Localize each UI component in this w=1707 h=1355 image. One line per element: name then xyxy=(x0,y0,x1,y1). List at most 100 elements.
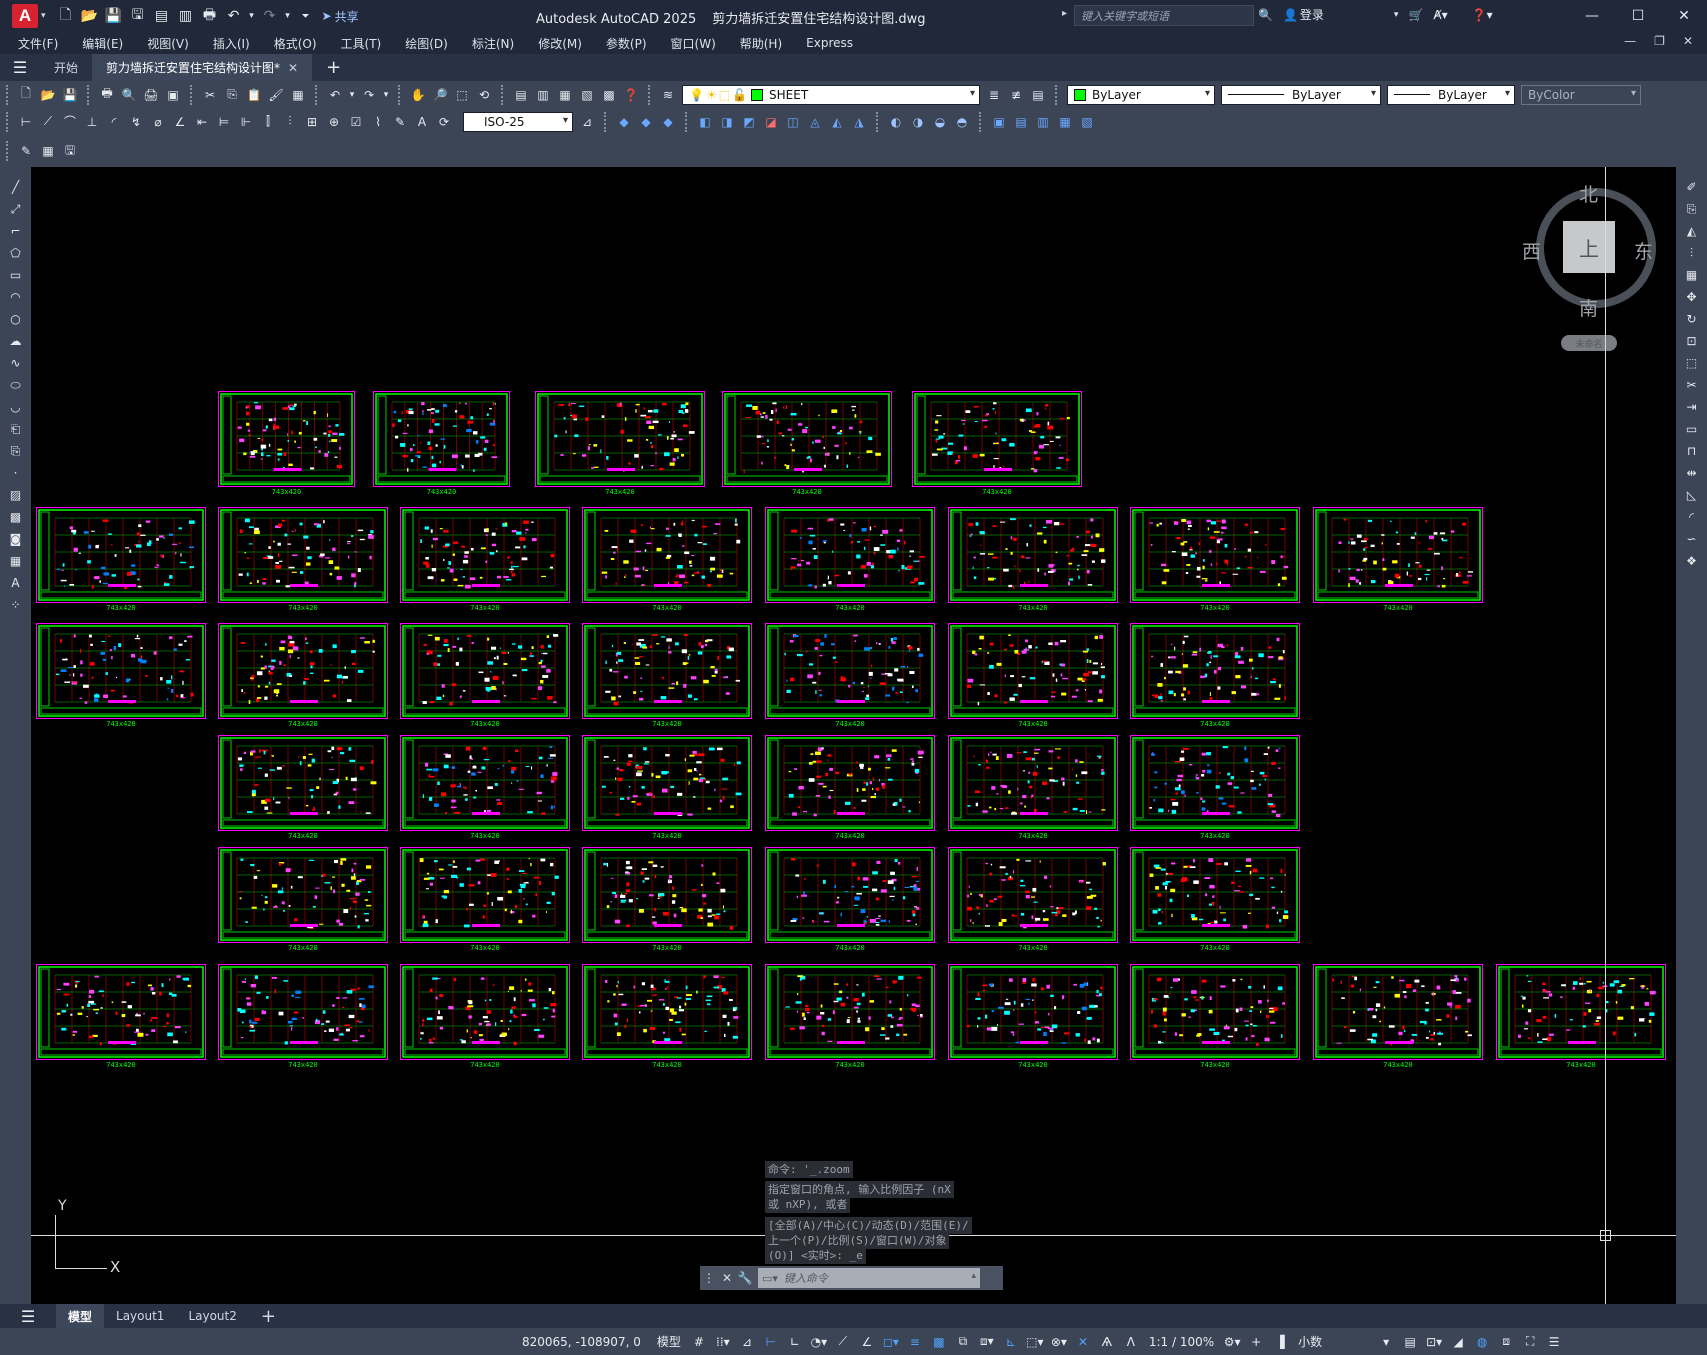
spline-icon[interactable]: ∿ xyxy=(6,353,26,373)
command-input[interactable]: ▭▾ 键入命令 ▴ xyxy=(758,1268,980,1288)
close-icon[interactable]: ✕ xyxy=(1661,0,1707,32)
arc-icon[interactable]: ◠ xyxy=(6,287,26,307)
trim-icon[interactable]: ✂ xyxy=(1682,375,1702,395)
array-icon[interactable]: ▦ xyxy=(1682,265,1702,285)
extra-tool-3-icon[interactable]: 🖫 xyxy=(61,142,79,160)
visual-style-3-icon[interactable]: ◒ xyxy=(931,113,949,131)
color-control-dropdown[interactable]: ByLayer ▾ xyxy=(1067,84,1215,105)
drawing-sheet[interactable] xyxy=(1313,507,1483,603)
jogged-dim-icon[interactable]: ↯ xyxy=(127,113,145,131)
drawing-sheet[interactable] xyxy=(582,847,752,943)
drawing-sheet[interactable] xyxy=(1130,507,1300,603)
aligned-dim-icon[interactable]: ⟋ xyxy=(39,113,57,131)
radius-dim-icon[interactable]: ◜ xyxy=(105,113,123,131)
layer-previous-icon[interactable]: ≢ xyxy=(1007,86,1025,104)
drawing-sheet[interactable] xyxy=(765,735,935,831)
ellipse-icon[interactable]: ⬭ xyxy=(6,375,26,395)
view-4-icon[interactable]: ▦ xyxy=(1056,113,1074,131)
menu-format[interactable]: 格式(O) xyxy=(274,35,317,52)
circle-icon[interactable]: ○ xyxy=(6,309,26,329)
search-expand-icon[interactable]: ▸ xyxy=(1062,8,1067,19)
visual-style-2-icon[interactable]: ◑ xyxy=(909,113,927,131)
new-tab-icon[interactable]: + xyxy=(326,57,341,78)
drawing-sheet[interactable] xyxy=(722,391,892,487)
drawing-sheet[interactable] xyxy=(948,507,1118,603)
undo-icon[interactable]: ↶ xyxy=(224,6,244,26)
help-search-input[interactable]: 键入关键字或短语 xyxy=(1074,5,1254,26)
menu-view[interactable]: 视图(V) xyxy=(147,35,189,52)
drawing-sheet[interactable] xyxy=(218,735,388,831)
extra-tool-1-icon[interactable]: ✎ xyxy=(17,142,35,160)
selection-cycling-icon[interactable]: ⧉ xyxy=(953,1332,973,1352)
make-current-layer-icon[interactable]: ≣ xyxy=(985,86,1003,104)
quick-properties-icon[interactable]: ▤ xyxy=(1400,1332,1420,1352)
solid-edit-8-icon[interactable]: ◮ xyxy=(850,113,868,131)
minimize-icon[interactable]: — xyxy=(1569,0,1615,32)
ellipse-arc-icon[interactable]: ◡ xyxy=(6,397,26,417)
doc-close-icon[interactable]: ✕ xyxy=(1683,34,1693,48)
new-file-icon[interactable]: 🗋 xyxy=(56,6,76,26)
isolate-objects-icon[interactable]: ◢ xyxy=(1448,1332,1468,1352)
tab-model[interactable]: 模型 xyxy=(56,1304,105,1328)
viewcube-south[interactable]: 南 xyxy=(1579,294,1598,321)
menu-parametric[interactable]: 参数(P) xyxy=(606,35,647,52)
extra-tool-2-icon[interactable]: ▦ xyxy=(39,142,57,160)
dim-update-icon[interactable]: ⟳ xyxy=(435,113,453,131)
auto-scale-icon[interactable]: Ѧ xyxy=(1097,1332,1117,1352)
view-5-icon[interactable]: ▧ xyxy=(1078,113,1096,131)
file-tabs-menu-icon[interactable]: ☰ xyxy=(0,58,40,77)
dim-text-edit-icon[interactable]: A xyxy=(413,113,431,131)
solid-edit-5-icon[interactable]: ◫ xyxy=(784,113,802,131)
drawing-sheet[interactable] xyxy=(948,847,1118,943)
fillet-icon[interactable]: ◜ xyxy=(1682,507,1702,527)
continue-dim-icon[interactable]: ⊩ xyxy=(237,113,255,131)
menu-modify[interactable]: 修改(M) xyxy=(538,35,582,52)
annotation-monitor-icon[interactable]: + xyxy=(1246,1332,1266,1352)
solid-edit-2-icon[interactable]: ◨ xyxy=(718,113,736,131)
solid-edit-3-icon[interactable]: ◩ xyxy=(740,113,758,131)
qnew-icon[interactable]: 🗋 xyxy=(17,86,35,104)
dim-edit-icon[interactable]: ✎ xyxy=(391,113,409,131)
drawing-sheet[interactable] xyxy=(218,847,388,943)
drawing-sheet[interactable] xyxy=(218,391,355,487)
doc-minimize-icon[interactable]: — xyxy=(1624,34,1636,48)
explode-icon[interactable]: ❖ xyxy=(1682,551,1702,571)
zoom-previous-icon[interactable]: ⟲ xyxy=(475,86,493,104)
object-snap-tracking-icon[interactable]: ∠ xyxy=(857,1332,877,1352)
redo-dropdown-icon[interactable]: ▾ xyxy=(284,6,292,26)
region-icon[interactable]: ◙ xyxy=(6,529,26,549)
save-icon[interactable]: 💾 xyxy=(61,86,79,104)
break-icon[interactable]: ⊓ xyxy=(1682,441,1702,461)
command-close-icon[interactable]: ✕ xyxy=(718,1271,736,1285)
drawing-sheet[interactable] xyxy=(1130,964,1300,1060)
tab-start[interactable]: 开始 xyxy=(40,54,92,81)
erase-icon[interactable]: ✐ xyxy=(1682,177,1702,197)
dim-style-dropdown[interactable]: ISO-25 ▾ xyxy=(463,111,573,132)
zoom-realtime-icon[interactable]: 🔎 xyxy=(431,86,449,104)
command-customize-icon[interactable]: 🔧 xyxy=(736,1271,754,1285)
solid-edit-1-icon[interactable]: ◧ xyxy=(696,113,714,131)
tab-active-drawing[interactable]: 剪力墙拆迁安置住宅结构设计图* ✕ xyxy=(92,54,313,81)
open-icon[interactable]: 📂 xyxy=(39,86,57,104)
drawing-sheet[interactable] xyxy=(582,964,752,1060)
pan-icon[interactable]: ✋ xyxy=(409,86,427,104)
workspace-gear-icon[interactable]: ⚙▾ xyxy=(1222,1332,1242,1352)
drawing-sheet[interactable] xyxy=(1496,964,1666,1060)
drawing-sheet[interactable] xyxy=(582,507,752,603)
save-icon[interactable]: 💾 xyxy=(104,6,124,26)
redo-icon[interactable]: ↷ xyxy=(260,6,280,26)
revision-cloud-icon[interactable]: ☁ xyxy=(6,331,26,351)
lineweight-control-dropdown[interactable]: ByLayer ▾ xyxy=(1387,84,1515,105)
polygon-icon[interactable]: ⬠ xyxy=(6,243,26,263)
menu-file[interactable]: 文件(F) xyxy=(18,35,58,52)
ortho-icon[interactable]: ∟ xyxy=(785,1332,805,1352)
drawing-sheet[interactable] xyxy=(1130,847,1300,943)
sheet-set-icon[interactable]: ▧ xyxy=(578,86,596,104)
autocad-logo-icon[interactable]: A xyxy=(12,4,38,28)
block-editor-icon[interactable]: ▦ xyxy=(289,86,307,104)
open-file-icon[interactable]: 📂 xyxy=(80,6,100,26)
layer-properties-icon[interactable]: ≋ xyxy=(659,86,677,104)
toolbar-grip[interactable] xyxy=(6,84,11,105)
transparency-icon[interactable]: ▩ xyxy=(929,1332,949,1352)
drawing-sheet[interactable] xyxy=(218,507,388,603)
